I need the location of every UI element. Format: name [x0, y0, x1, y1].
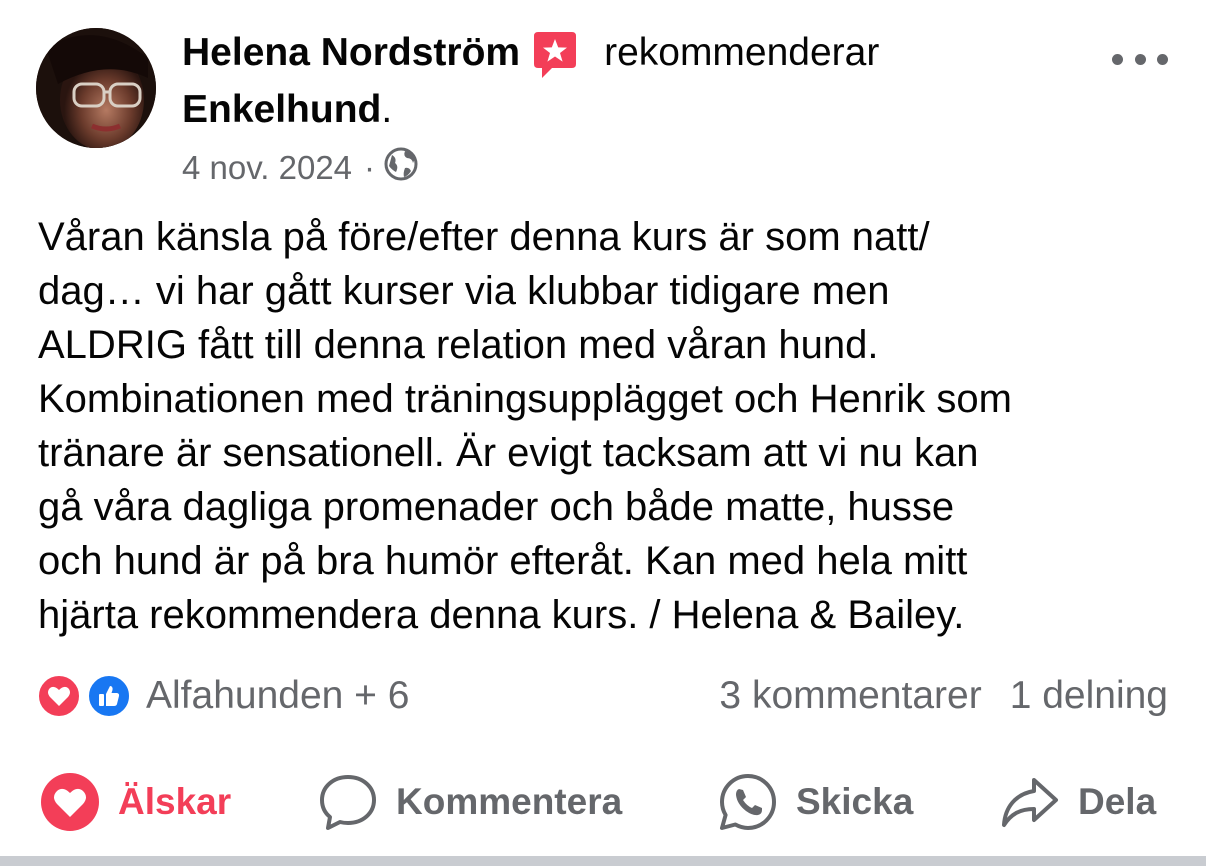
like-reaction-icon: [86, 673, 132, 719]
post-text-line: tränare är sensationell. Är evigt tacksa…: [38, 431, 979, 475]
love-button[interactable]: Älskar: [40, 764, 231, 840]
recommendation-star-icon: [530, 30, 580, 80]
feed-divider: [0, 856, 1206, 866]
action-bar: Älskar Kommentera Skicka Dela: [0, 764, 1206, 840]
send-button-label: Skicka: [796, 781, 914, 822]
recommended-page: Enkelhund.: [182, 88, 392, 132]
whatsapp-icon: [718, 772, 778, 832]
send-button[interactable]: Skicka: [718, 764, 913, 840]
page-name-link[interactable]: Enkelhund: [182, 88, 381, 131]
post-text-line: dag… vi har gått kurser via klubbar tidi…: [38, 269, 890, 313]
more-dot: [1157, 53, 1168, 65]
more-dot: [1112, 53, 1123, 65]
recommends-text: rekommenderar: [604, 31, 880, 74]
reaction-summary[interactable]: Alfahunden + 6: [36, 668, 409, 724]
share-button-label: Dela: [1078, 781, 1157, 822]
more-dot: [1134, 53, 1146, 65]
post-text-line: gå våra dagliga promenader och både matt…: [38, 485, 955, 529]
author-name[interactable]: Helena Nordström: [182, 31, 520, 75]
avatar[interactable]: [36, 28, 156, 148]
comments-count[interactable]: 3 kommentarer: [719, 674, 981, 718]
post-text-line: ALDRIG fått till denna relation med våra…: [38, 323, 879, 367]
globe-icon[interactable]: [383, 146, 419, 190]
post-header: Helena Nordström rekommenderar: [182, 26, 879, 80]
comment-button[interactable]: Kommentera: [318, 764, 622, 840]
heart-icon: [40, 772, 100, 832]
share-arrow-icon: [1000, 772, 1060, 832]
page-name-period: .: [381, 88, 393, 131]
meta-separator: ·: [364, 149, 376, 186]
reaction-icons: [36, 671, 136, 721]
post-meta: 4 nov. 2024 ·: [182, 146, 419, 190]
comment-button-label: Kommentera: [396, 781, 623, 822]
reactors-text[interactable]: Alfahunden + 6: [146, 674, 409, 718]
love-button-label: Älskar: [118, 781, 232, 822]
post-text-line: Våran känsla på före/efter denna kurs är…: [38, 215, 930, 259]
love-reaction-icon: [36, 673, 82, 719]
post-text-line: Kombinationen med träningsupplägget och …: [38, 377, 1012, 421]
post-card: Helena Nordström rekommenderar Enkelhund…: [0, 0, 1206, 866]
comment-bubble-icon: [318, 772, 378, 832]
post-text-line: och hund är på bra humör efteråt. Kan me…: [38, 539, 968, 583]
shares-count[interactable]: 1 delning: [1010, 674, 1168, 718]
more-options-button[interactable]: [1112, 44, 1168, 74]
share-button[interactable]: Dela: [1000, 764, 1156, 840]
post-date[interactable]: 4 nov. 2024: [182, 149, 352, 187]
post-text-line: hjärta rekommendera denna kurs. / Helena…: [38, 593, 965, 637]
post-body: Våran känsla på före/efter denna kurs är…: [38, 210, 1178, 642]
engagement-stats: 3 kommentarer 1 delning: [719, 668, 1168, 724]
